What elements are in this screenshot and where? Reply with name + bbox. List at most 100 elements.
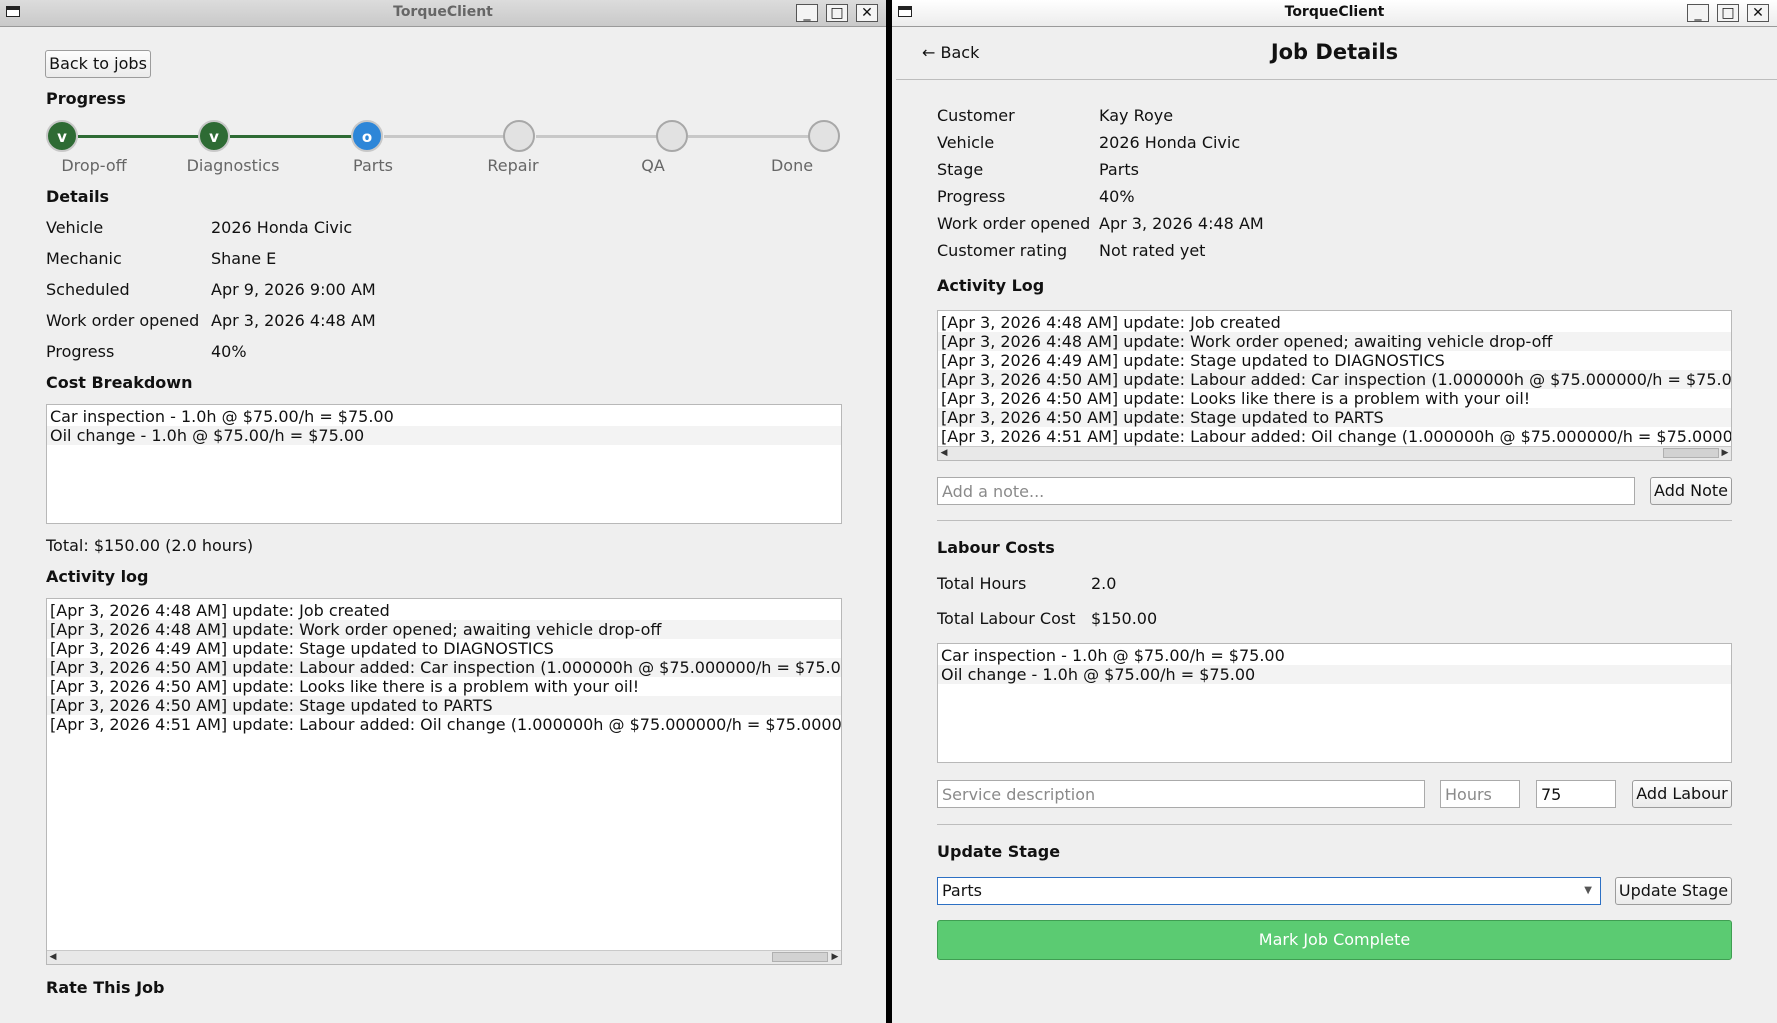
detail-value: Parts: [1099, 160, 1139, 179]
detail-label: Vehicle: [46, 218, 104, 237]
close-icon[interactable]: ✕: [1747, 4, 1769, 22]
scroll-thumb[interactable]: [772, 952, 828, 962]
list-item[interactable]: Car inspection - 1.0h @ $75.00/h = $75.0…: [938, 646, 1731, 665]
rate-input[interactable]: [1536, 780, 1616, 808]
total-hours-value: 2.0: [1091, 574, 1117, 593]
step-qa-circle: [656, 120, 688, 152]
window-title: TorqueClient: [1284, 4, 1385, 20]
mark-job-complete-button[interactable]: Mark Job Complete: [937, 920, 1732, 960]
detail-label: Progress: [937, 187, 1006, 206]
activity-log-list[interactable]: [Apr 3, 2026 4:48 AM] update: Job create…: [46, 598, 842, 965]
add-note-button[interactable]: Add Note: [1650, 477, 1732, 505]
client-window-left: TorqueClient _ □ ✕ Back to jobs Progress…: [0, 0, 886, 1023]
list-item[interactable]: [Apr 3, 2026 4:50 AM] update: Stage upda…: [938, 408, 1731, 427]
detail-label: Vehicle: [937, 133, 995, 152]
step-label: Parts: [353, 156, 393, 175]
maximize-icon[interactable]: □: [1717, 4, 1739, 22]
step-connector: [230, 135, 352, 138]
step-label: Diagnostics: [186, 156, 280, 175]
step-diagnostics-circle: v: [198, 120, 230, 152]
list-item[interactable]: [Apr 3, 2026 4:49 AM] update: Stage upda…: [938, 351, 1731, 370]
scroll-left-icon[interactable]: ◀: [47, 951, 59, 964]
update-stage-heading: Update Stage: [937, 842, 1061, 861]
chevron-down-icon[interactable]: ▼: [1584, 878, 1592, 904]
list-item[interactable]: [Apr 3, 2026 4:50 AM] update: Labour add…: [938, 370, 1731, 389]
step-dropoff-circle: v: [46, 120, 78, 152]
detail-value: Apr 3, 2026 4:48 AM: [1099, 214, 1264, 233]
list-item[interactable]: [Apr 3, 2026 4:50 AM] update: Labour add…: [47, 658, 841, 677]
labour-costs-heading: Labour Costs: [937, 538, 1055, 557]
details-heading: Details: [46, 187, 110, 206]
note-input[interactable]: [937, 477, 1635, 505]
detail-label: Stage: [937, 160, 984, 179]
detail-value: 2026 Honda Civic: [1099, 133, 1241, 152]
detail-value: 40%: [211, 342, 247, 361]
total-labour-cost-value: $150.00: [1091, 609, 1158, 628]
title-bar[interactable]: TorqueClient _ □ ✕: [0, 0, 886, 27]
horizontal-scrollbar[interactable]: ◀ ▶: [47, 950, 841, 964]
detail-value: Not rated yet: [1099, 241, 1206, 260]
activity-log-heading: Activity log: [46, 567, 149, 586]
step-parts-circle: o: [351, 120, 383, 152]
step-connector: [78, 135, 200, 138]
activity-log-heading: Activity Log: [937, 276, 1045, 295]
client-window-right: TorqueClient _ □ ✕ ← Back Job Details Cu…: [892, 0, 1777, 1023]
activity-log-list[interactable]: [Apr 3, 2026 4:48 AM] update: Job create…: [937, 310, 1732, 461]
scroll-left-icon[interactable]: ◀: [938, 447, 950, 460]
window-title: TorqueClient: [393, 4, 493, 20]
detail-label: Customer: [937, 106, 1015, 125]
service-description-input[interactable]: [937, 780, 1425, 808]
list-item[interactable]: Oil change - 1.0h @ $75.00/h = $75.00: [938, 665, 1731, 684]
step-label: Repair: [487, 156, 539, 175]
list-item[interactable]: [Apr 3, 2026 4:48 AM] update: Work order…: [47, 620, 841, 639]
add-labour-button[interactable]: Add Labour: [1632, 780, 1732, 808]
list-item[interactable]: [Apr 3, 2026 4:49 AM] update: Stage upda…: [47, 639, 841, 658]
step-label: Drop-off: [61, 156, 127, 175]
horizontal-scrollbar[interactable]: ◀ ▶: [938, 446, 1731, 460]
stage-select[interactable]: Parts ▼: [937, 877, 1601, 905]
detail-label: Customer rating: [937, 241, 1068, 260]
step-connector: [384, 135, 506, 138]
step-repair-circle: [503, 120, 535, 152]
total-labour-cost-label: Total Labour Cost: [937, 609, 1076, 628]
scroll-thumb[interactable]: [1663, 448, 1719, 458]
step-done-circle: [808, 120, 840, 152]
step-label: Done: [770, 156, 814, 175]
maximize-icon[interactable]: □: [826, 4, 848, 22]
detail-label: Mechanic: [46, 249, 122, 268]
detail-value: Kay Roye: [1099, 106, 1174, 125]
scroll-right-icon[interactable]: ▶: [1719, 447, 1731, 460]
page-title: Job Details: [1270, 40, 1399, 64]
list-item[interactable]: [Apr 3, 2026 4:48 AM] update: Job create…: [938, 313, 1731, 332]
minimize-icon[interactable]: _: [796, 4, 818, 22]
detail-value: Shane E: [211, 249, 277, 268]
cost-breakdown-heading: Cost Breakdown: [46, 373, 193, 392]
step-connector: [688, 135, 810, 138]
update-stage-button[interactable]: Update Stage: [1615, 877, 1732, 905]
detail-value: 2026 Honda Civic: [211, 218, 353, 237]
stage-select-value: Parts: [942, 881, 982, 900]
section-divider: [937, 824, 1732, 825]
scroll-right-icon[interactable]: ▶: [829, 951, 841, 964]
rate-job-heading: Rate This Job: [46, 978, 165, 997]
list-item[interactable]: [Apr 3, 2026 4:48 AM] update: Job create…: [47, 601, 841, 620]
title-bar[interactable]: TorqueClient _ □ ✕: [892, 0, 1777, 27]
list-item[interactable]: Oil change - 1.0h @ $75.00/h = $75.00: [47, 426, 841, 445]
progress-heading: Progress: [46, 89, 126, 108]
cost-breakdown-list[interactable]: Car inspection - 1.0h @ $75.00/h = $75.0…: [46, 404, 842, 524]
list-item[interactable]: [Apr 3, 2026 4:51 AM] update: Labour add…: [938, 427, 1731, 446]
list-item[interactable]: [Apr 3, 2026 4:51 AM] update: Labour add…: [47, 715, 841, 734]
list-item[interactable]: [Apr 3, 2026 4:50 AM] update: Looks like…: [938, 389, 1731, 408]
list-item[interactable]: [Apr 3, 2026 4:50 AM] update: Stage upda…: [47, 696, 841, 715]
hours-input[interactable]: [1440, 780, 1520, 808]
minimize-icon[interactable]: _: [1687, 4, 1709, 22]
labour-items-list[interactable]: Car inspection - 1.0h @ $75.00/h = $75.0…: [937, 643, 1732, 763]
step-label: QA: [641, 156, 665, 175]
back-to-jobs-button[interactable]: Back to jobs: [45, 50, 151, 78]
list-item[interactable]: [Apr 3, 2026 4:50 AM] update: Looks like…: [47, 677, 841, 696]
section-divider: [937, 520, 1732, 521]
detail-value: Apr 9, 2026 9:00 AM: [211, 280, 376, 299]
list-item[interactable]: Car inspection - 1.0h @ $75.00/h = $75.0…: [47, 407, 841, 426]
list-item[interactable]: [Apr 3, 2026 4:48 AM] update: Work order…: [938, 332, 1731, 351]
close-icon[interactable]: ✕: [856, 4, 878, 22]
